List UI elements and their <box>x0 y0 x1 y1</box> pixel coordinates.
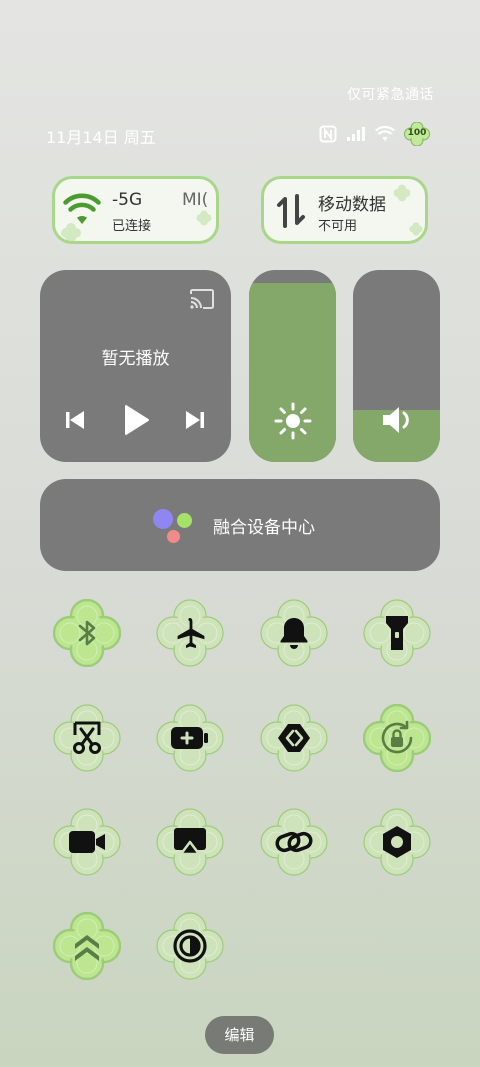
toggle-battery-saver[interactable] <box>156 704 224 772</box>
date-label: 11月14日 周五 <box>46 128 156 147</box>
hexagon-settings-icon <box>377 822 417 862</box>
wifi-status-label: 已连接 <box>112 219 152 234</box>
edit-button[interactable]: 编辑 <box>205 1016 274 1054</box>
toggle-performance-mode[interactable] <box>53 912 121 980</box>
mobile-data-label: 移动数据 <box>318 195 386 215</box>
emergency-calls-only-text: 仅可紧急通话 <box>347 87 434 103</box>
mobile-data-arrows-icon <box>277 194 305 228</box>
screenshot-scissors-icon <box>67 718 107 758</box>
link-icon <box>274 822 314 862</box>
device-hub-label: 融合设备中心 <box>213 518 315 538</box>
device-hub-card[interactable]: 融合设备中心 <box>40 479 440 571</box>
clover-decoration-icon <box>393 184 411 202</box>
airplane-icon <box>170 613 210 653</box>
wifi-icon <box>63 193 101 224</box>
toggle-hexagon-settings[interactable] <box>363 808 431 876</box>
toggle-link[interactable] <box>260 808 328 876</box>
rotation-lock-icon <box>377 718 417 758</box>
toggle-dark-mode[interactable] <box>156 912 224 980</box>
nearby-share-icon <box>274 718 314 758</box>
toggle-airplane[interactable] <box>156 599 224 667</box>
toggle-screenshot-scissors[interactable] <box>53 704 121 772</box>
toggle-rotation-lock[interactable] <box>363 704 431 772</box>
nfc-icon <box>319 125 337 143</box>
hub-dot-purple <box>153 509 173 529</box>
wifi-status-icon <box>375 126 395 141</box>
toggle-flashlight[interactable] <box>363 599 431 667</box>
wifi-pill[interactable]: -5G MI( 已连接 <box>52 176 219 244</box>
toggle-bell[interactable] <box>260 599 328 667</box>
wifi-network-name: -5G <box>112 190 143 210</box>
wifi-network-name-overflow: MI( <box>182 190 209 210</box>
toggle-screen-cast[interactable] <box>156 808 224 876</box>
media-player-card[interactable]: 暂无播放 <box>40 270 231 462</box>
toggle-nearby-share[interactable] <box>260 704 328 772</box>
brightness-icon <box>274 402 311 440</box>
play-icon[interactable] <box>122 404 150 436</box>
battery-saver-icon <box>170 718 210 758</box>
media-title: 暂无播放 <box>101 349 170 369</box>
clover-decoration-icon <box>409 222 423 236</box>
mobile-data-status: 不可用 <box>318 219 358 234</box>
bell-icon <box>274 613 314 653</box>
screen-cast-icon <box>170 822 210 862</box>
signal-icon <box>347 127 365 141</box>
flashlight-icon <box>377 613 417 653</box>
volume-slider[interactable] <box>353 270 440 462</box>
hub-dot-green <box>177 513 192 528</box>
previous-track-icon[interactable] <box>64 408 86 432</box>
battery-clover: 100 <box>404 122 430 146</box>
brightness-slider[interactable] <box>249 270 336 462</box>
battery-level-text: 100 <box>407 128 427 138</box>
toggle-screen-record[interactable] <box>53 808 121 876</box>
hub-dot-red <box>167 530 180 543</box>
performance-mode-icon <box>67 926 107 966</box>
next-track-icon[interactable] <box>184 408 206 432</box>
volume-icon <box>382 407 409 433</box>
status-icons: 100 <box>319 122 430 146</box>
screen-record-icon <box>67 822 107 862</box>
dark-mode-icon <box>170 926 210 966</box>
bluetooth-icon <box>67 613 107 653</box>
cast-icon[interactable] <box>189 288 215 310</box>
clover-decoration-icon <box>196 210 212 226</box>
toggle-bluetooth[interactable] <box>53 599 121 667</box>
device-hub-logo <box>153 509 193 543</box>
mobile-data-pill[interactable]: 移动数据 不可用 <box>261 176 428 244</box>
